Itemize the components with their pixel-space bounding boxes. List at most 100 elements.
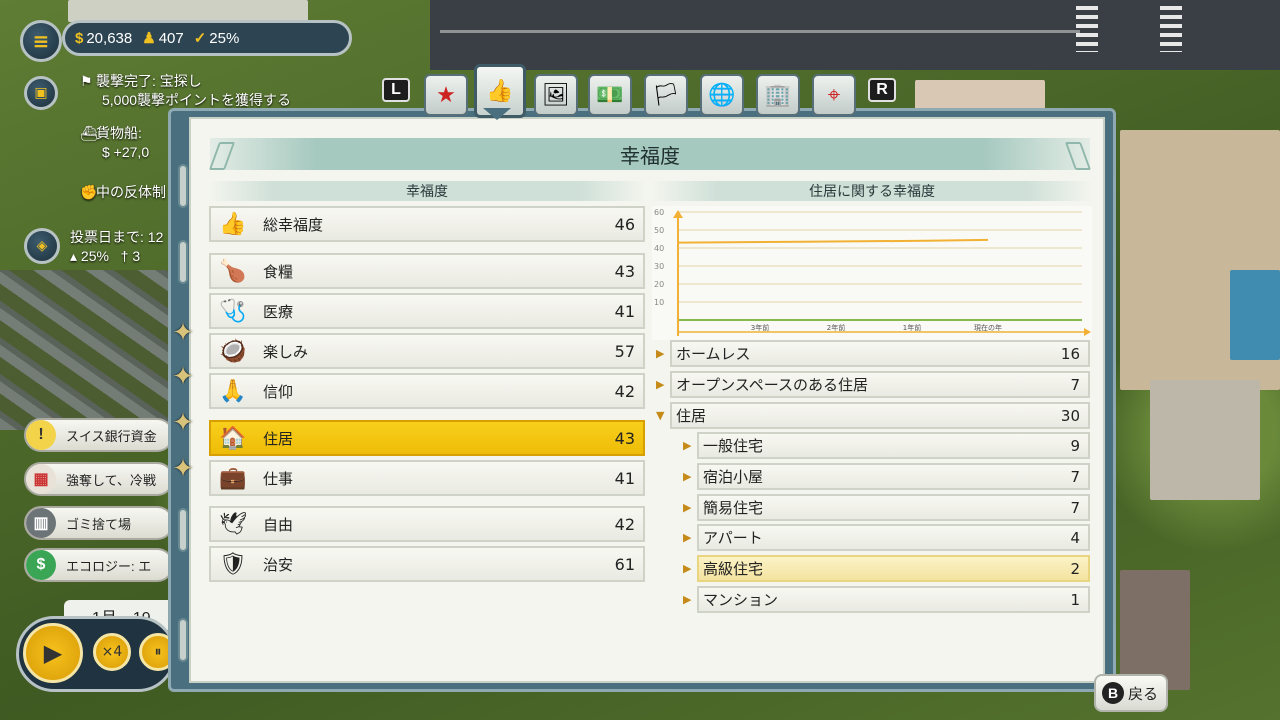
approval-stat: ✓ 25% xyxy=(193,30,240,47)
y-tick-label: 10 xyxy=(654,298,664,307)
back-button[interactable]: B 戻る xyxy=(1094,674,1168,712)
praying-hands-icon: 🙏 xyxy=(219,378,247,404)
building xyxy=(1120,570,1190,690)
expand-arrow-icon[interactable]: ▶ xyxy=(683,593,691,606)
fist-icon: ✊ xyxy=(80,184,98,200)
dove-icon: 🕊 xyxy=(219,511,247,537)
ornament-icon: ✦ xyxy=(172,454,194,484)
resource-bar: $20,638 ♟ 407 ✓ 25% xyxy=(62,20,352,56)
pause-icon: ⏸ xyxy=(154,644,162,660)
notification-cargo[interactable]: ⛴貨物船: $ +27,0 xyxy=(80,124,149,162)
crosswalk xyxy=(1160,6,1182,52)
expand-arrow-icon[interactable]: ▶ xyxy=(656,378,664,391)
crosswalk xyxy=(1076,6,1098,52)
stethoscope-icon: 🩺 xyxy=(219,298,247,324)
house-icon: 🏠 xyxy=(219,425,247,451)
y-tick-label: 50 xyxy=(654,226,664,235)
building-roof xyxy=(1230,270,1280,360)
collapse-arrow-icon[interactable]: ▼ xyxy=(656,409,664,422)
x-axis-arrow xyxy=(1084,328,1091,336)
category-row-food[interactable]: 🍗 食糧 43 xyxy=(209,253,645,289)
money-stat: $20,638 xyxy=(75,29,133,47)
expand-arrow-icon[interactable]: ▶ xyxy=(683,439,691,452)
x-tick-label: 2年前 xyxy=(827,323,845,332)
housing-row-simple[interactable]: ▶ 簡易住宅 7 xyxy=(683,494,1090,521)
housing-row-mansion[interactable]: ▶ マンション 1 xyxy=(683,586,1090,613)
category-row-housing[interactable]: 🏠 住居 43 xyxy=(209,420,645,456)
rocks xyxy=(0,270,170,430)
time-controls: ▶ ×4 ⏸ xyxy=(16,616,177,692)
expand-arrow-icon[interactable]: ▶ xyxy=(683,562,691,575)
notifications-button[interactable]: ▣ xyxy=(24,76,58,110)
category-row-religion[interactable]: 🙏 信仰 42 xyxy=(209,373,645,409)
tab-politics[interactable]: ★ xyxy=(424,74,468,116)
tab-prev-button[interactable]: L xyxy=(382,78,410,102)
housing-row-homeless[interactable]: ▶ ホームレス 16 xyxy=(656,340,1090,367)
category-row-fun[interactable]: 🥥 楽しみ 57 xyxy=(209,333,645,369)
housing-row-bunkhouse[interactable]: ▶ 宿泊小屋 7 xyxy=(683,463,1090,490)
housing-row-standard[interactable]: ▶ 一般住宅 9 xyxy=(683,432,1090,459)
left-column-header: 幸福度 xyxy=(209,181,645,201)
right-column-header: 住居に関する幸福度 xyxy=(652,181,1092,201)
housing-row-apartment[interactable]: ▶ アパート 4 xyxy=(683,524,1090,551)
tab-world[interactable]: 🌐 xyxy=(700,74,744,116)
tab-factions[interactable]: 🏳 xyxy=(644,74,688,116)
tab-people[interactable]: 🖼 xyxy=(534,74,578,116)
exclamation-icon: ! xyxy=(26,420,56,450)
flag-icon: ⚑ xyxy=(80,73,93,89)
quest-pill-ecology[interactable]: $ エコロジー: エ xyxy=(24,548,174,582)
inbox-icon: ▣ xyxy=(34,85,48,101)
expand-arrow-icon[interactable]: ▶ xyxy=(656,347,664,360)
calendar-icon: ▦ xyxy=(26,464,56,494)
category-row-total[interactable]: 👍 総幸福度 46 xyxy=(209,206,645,242)
expand-arrow-icon[interactable]: ▶ xyxy=(683,531,691,544)
tab-economy[interactable]: 💵 xyxy=(588,74,632,116)
notification-raid[interactable]: ⚑ 襲撃完了: 宝探し 5,000襲撃ポイントを獲得する xyxy=(80,72,291,110)
expand-arrow-icon[interactable]: ▶ xyxy=(683,470,691,483)
thumbs-up-icon: ✓ xyxy=(193,30,207,47)
election-info: 投票日まで: 12 ▴ 25% † 3 xyxy=(70,229,164,264)
globe-icon: 🌐 xyxy=(708,82,736,108)
category-row-job[interactable]: 💼 仕事 41 xyxy=(209,460,645,496)
building xyxy=(915,80,1045,110)
y-tick-label: 40 xyxy=(654,244,664,253)
category-row-security[interactable]: 🛡 治安 61 xyxy=(209,546,645,582)
trash-icon: ▥ xyxy=(26,508,56,538)
housing-row-luxury[interactable]: ▶ 高級住宅 2 xyxy=(683,555,1090,582)
housing-row-open-space[interactable]: ▶ オープンスペースのある住居 7 xyxy=(656,371,1090,398)
b-button-icon: B xyxy=(1102,682,1124,704)
x-tick-label: 現在の年 xyxy=(974,323,1002,332)
roast-chicken-icon: 🍗 xyxy=(219,258,247,284)
y-tick-label: 60 xyxy=(654,208,664,217)
expand-arrow-icon[interactable]: ▶ xyxy=(683,501,691,514)
play-button[interactable]: ▶ xyxy=(23,623,83,683)
panel-rivet xyxy=(178,618,188,662)
ornament-icon: ✦ xyxy=(172,362,194,392)
speed-button[interactable]: ×4 xyxy=(93,633,131,671)
tab-military[interactable]: ⌖ xyxy=(812,74,856,116)
housing-row-residence[interactable]: ▼ 住居 30 xyxy=(656,402,1090,429)
y-tick-label: 20 xyxy=(654,280,664,289)
star-badge-icon: ★ xyxy=(436,82,456,108)
thumbs-up-icon: 👍 xyxy=(219,211,247,237)
menu-button[interactable]: ≡ xyxy=(20,20,62,62)
dollar-icon: $ xyxy=(26,550,56,580)
quest-pill-cold-war[interactable]: ▦ 強奪して、冷戦 xyxy=(24,462,174,496)
building xyxy=(68,0,308,22)
quest-pill-swiss-bank[interactable]: ! スイス銀行資金 xyxy=(24,418,174,452)
category-row-liberty[interactable]: 🕊 自由 42 xyxy=(209,506,645,542)
police-badge-icon: 🛡 xyxy=(219,551,247,577)
notification-rebels[interactable]: ✊中の反体制 xyxy=(80,183,166,202)
pin-icon: † xyxy=(120,248,129,264)
x-tick-label: 3年前 xyxy=(751,323,769,332)
election-button[interactable]: ◈ xyxy=(24,228,60,264)
quest-pill-dump[interactable]: ▥ ゴミ捨て場 xyxy=(24,506,174,540)
panel-rivet xyxy=(178,508,188,552)
tab-buildings[interactable]: 🏢 xyxy=(756,74,800,116)
tab-next-button[interactable]: R xyxy=(868,78,896,102)
active-tab-pointer xyxy=(483,108,511,120)
category-row-health[interactable]: 🩺 医療 41 xyxy=(209,293,645,329)
ornament-icon: ✦ xyxy=(172,408,194,438)
portrait-icon: 🖼 xyxy=(542,82,570,108)
series-line xyxy=(677,238,989,244)
